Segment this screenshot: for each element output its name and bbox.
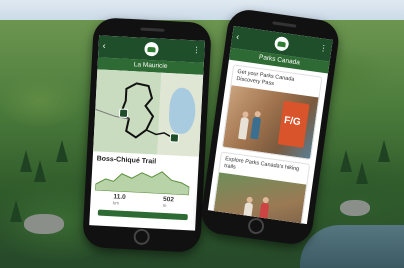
menu-icon[interactable]: ⋮ <box>192 45 200 54</box>
tree <box>56 140 68 162</box>
tree <box>356 162 368 184</box>
card-image-hikers: F/G <box>222 85 319 159</box>
parking-marker[interactable] <box>169 133 180 143</box>
stat-elevation: 502 m <box>163 196 174 209</box>
menu-icon[interactable]: ⋮ <box>319 43 328 53</box>
tree <box>340 150 352 172</box>
parks-canada-logo-icon <box>273 35 290 52</box>
parks-canada-logo-icon <box>144 41 159 57</box>
feed-card[interactable]: Get your Parks Canada Discovery Pass F/G <box>221 64 323 161</box>
trail-spur <box>145 129 173 138</box>
tree <box>20 150 32 172</box>
home-button[interactable] <box>247 216 266 236</box>
stat-distance: 11.0 km <box>113 193 126 206</box>
phone-speaker <box>140 27 165 32</box>
back-arrow-icon[interactable]: ‹ <box>236 31 240 41</box>
phone-trail-map: ‹ ⋮ La Mauricie Boss-Chiqué Trail 11.0 k… <box>82 17 212 253</box>
elevation-profile <box>94 164 194 196</box>
trailhead-marker[interactable] <box>118 108 129 118</box>
tree <box>378 140 390 162</box>
stat-label: m <box>162 202 167 209</box>
trail-action-button[interactable] <box>97 209 188 221</box>
phone-screen: ‹ ⋮ Parks Canada Get your Parks Canada D… <box>207 25 333 225</box>
back-arrow-icon[interactable]: ‹ <box>102 41 106 51</box>
trail-map[interactable] <box>93 69 204 157</box>
feed-card[interactable]: Explore Parks Canada's hiking trails <box>209 151 311 225</box>
phone-speaker <box>272 21 297 28</box>
phone-screen: ‹ ⋮ La Mauricie Boss-Chiqué Trail 11.0 k… <box>89 35 206 231</box>
rock <box>24 214 64 234</box>
tree <box>34 160 46 182</box>
trail-route <box>95 82 173 139</box>
home-button[interactable] <box>133 228 151 246</box>
stat-label: km <box>112 200 120 206</box>
sign-text: F/G <box>283 114 302 129</box>
parks-sign: F/G <box>277 100 310 148</box>
tree <box>10 200 22 222</box>
hiker-figure <box>250 116 262 140</box>
elevation-chart <box>94 171 190 196</box>
hiker-figure <box>238 116 250 140</box>
rock <box>340 200 370 216</box>
